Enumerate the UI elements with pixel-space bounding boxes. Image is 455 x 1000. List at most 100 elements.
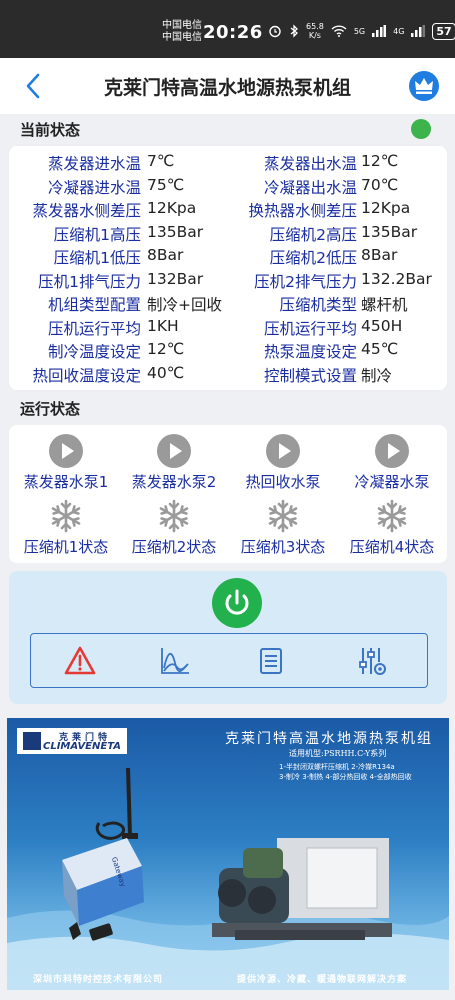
status-value: 132Bar bbox=[147, 269, 204, 288]
status-value: 8Bar bbox=[361, 246, 398, 264]
pump-status-item[interactable]: 蒸发器水泵2 bbox=[119, 434, 229, 492]
status-value: 45℃ bbox=[361, 340, 399, 358]
carrier-info: 中国电信 中国电信 bbox=[162, 20, 202, 44]
status-label: 压缩机2高压 bbox=[269, 225, 357, 244]
status-label: 压缩机1高压 bbox=[53, 225, 141, 244]
play-circle-icon bbox=[49, 434, 83, 468]
status-value: 135Bar bbox=[361, 222, 418, 241]
status-row: 压机运行平均 1KH 压机运行平均 450H bbox=[9, 317, 447, 340]
compressor-status-item[interactable]: 压缩机3状态 bbox=[228, 499, 338, 557]
status-value: 450H bbox=[361, 316, 403, 335]
power-icon bbox=[225, 589, 249, 615]
status-icons: 65.8 K/s 5G 4G 57 bbox=[268, 22, 455, 40]
banner-illustration bbox=[7, 767, 449, 990]
bluetooth-icon bbox=[290, 24, 298, 38]
compressor-label: 压缩机4状态 bbox=[349, 538, 435, 556]
status-label: 制冷温度设定 bbox=[47, 343, 141, 361]
carrier-1: 中国电信 bbox=[162, 20, 202, 31]
status-label: 控制模式设置 bbox=[263, 366, 357, 385]
net-speed: 65.8 K/s bbox=[306, 22, 324, 40]
status-label: 压机2排气压力 bbox=[254, 272, 357, 291]
online-status-indicator bbox=[411, 119, 431, 139]
carrier-2: 中国电信 bbox=[162, 32, 202, 43]
status-value: 75℃ bbox=[147, 175, 185, 194]
status-value: 制冷 bbox=[361, 366, 393, 385]
status-row: 压机1排气压力 132Bar 压机2排气压力 132.2Bar bbox=[9, 270, 447, 293]
status-label: 冷凝器出水温 bbox=[263, 178, 357, 197]
compressor-label: 压缩机2状态 bbox=[131, 538, 217, 556]
status-value: 70℃ bbox=[361, 175, 399, 194]
status-label: 冷凝器进水温 bbox=[47, 178, 141, 197]
status-row: 蒸发器水侧差压 12Kpa 换热器水侧差压 12Kpa bbox=[9, 199, 447, 222]
compressor-label: 压缩机1状态 bbox=[23, 538, 109, 556]
current-status-card: 蒸发器进水温 7℃ 蒸发器出水温 12℃ 冷凝器进水温 75℃ 冷凝器出水温 7… bbox=[9, 146, 447, 390]
current-status-heading: 当前状态 bbox=[20, 121, 81, 139]
status-label: 蒸发器水侧差压 bbox=[32, 202, 141, 220]
pump-status-item[interactable]: 热回收水泵 bbox=[228, 434, 338, 492]
run-status-heading: 运行状态 bbox=[20, 400, 81, 418]
status-label: 压缩机2低压 bbox=[269, 249, 357, 267]
status-label: 压机运行平均 bbox=[263, 319, 357, 338]
net-speed-unit: K/s bbox=[308, 31, 321, 40]
status-value: 132.2Bar bbox=[361, 269, 432, 288]
snowflake-icon bbox=[159, 499, 189, 533]
play-circle-icon bbox=[375, 434, 409, 468]
signal-bars-icon bbox=[372, 25, 387, 37]
pump-label: 蒸发器水泵1 bbox=[23, 473, 109, 491]
page-title: 克莱门特高温水地源热泵机组 bbox=[103, 77, 351, 99]
status-row: 冷凝器进水温 75℃ 冷凝器出水温 70℃ bbox=[9, 176, 447, 199]
status-value: 8Bar bbox=[147, 246, 184, 264]
status-value: 12Kpa bbox=[361, 199, 411, 217]
app-header: 克莱门特高温水地源热泵机组 bbox=[0, 58, 455, 114]
status-value: 1KH bbox=[147, 316, 179, 335]
status-label: 换热器水侧差压 bbox=[248, 202, 357, 220]
compressor-label: 压缩机3状态 bbox=[240, 538, 326, 556]
pump-label: 蒸发器水泵2 bbox=[131, 473, 217, 491]
status-value: 12℃ bbox=[147, 340, 185, 358]
status-value: 制冷+回收 bbox=[147, 296, 222, 314]
banner-slogan: 提供冷源、冷藏、暖通物联网解决方案 bbox=[237, 975, 408, 985]
status-label: 热回收温度设定 bbox=[32, 366, 141, 385]
system-status-bar: 中国电信 中国电信 20:26 65.8 K/s 5G 4G 57 bbox=[0, 0, 455, 58]
alarm-icon[interactable] bbox=[64, 646, 96, 676]
vip-crown-button[interactable] bbox=[409, 71, 439, 101]
signal-bars-2-icon bbox=[411, 25, 426, 37]
signal-5g-label: 5G bbox=[353, 26, 366, 36]
status-row: 蒸发器进水温 7℃ 蒸发器出水温 12℃ bbox=[9, 152, 447, 175]
play-circle-icon bbox=[157, 434, 191, 468]
status-value: 12Kpa bbox=[147, 199, 197, 217]
status-value: 螺杆机 bbox=[361, 296, 408, 314]
battery-indicator: 57 bbox=[432, 22, 455, 40]
pump-status-item[interactable]: 冷凝器水泵 bbox=[337, 434, 447, 492]
status-label: 蒸发器出水温 bbox=[263, 155, 357, 173]
status-value: 12℃ bbox=[361, 152, 399, 170]
compressor-status-item[interactable]: 压缩机2状态 bbox=[119, 499, 229, 557]
status-label: 压缩机类型 bbox=[279, 296, 357, 314]
status-value: 7℃ bbox=[147, 152, 175, 170]
clock: 20:26 bbox=[203, 22, 263, 43]
status-label: 压机1排气压力 bbox=[38, 272, 141, 291]
function-toolbar bbox=[30, 633, 428, 688]
power-button[interactable] bbox=[212, 578, 262, 628]
status-label: 蒸发器进水温 bbox=[47, 155, 141, 173]
status-label: 压机运行平均 bbox=[47, 319, 141, 338]
product-banner[interactable]: 克莱门特 CLIMAVENETA 克莱门特高温水地源热泵机组 适用机型:PSRH… bbox=[7, 718, 449, 990]
wifi-icon bbox=[331, 25, 347, 37]
trend-chart-icon[interactable] bbox=[159, 646, 191, 676]
pump-label: 冷凝器水泵 bbox=[354, 473, 430, 491]
settings-sliders-icon[interactable] bbox=[356, 646, 388, 676]
status-label: 压缩机1低压 bbox=[53, 249, 141, 267]
crown-icon bbox=[415, 78, 433, 94]
run-status-card: 蒸发器水泵1 蒸发器水泵2 热回收水泵 冷凝器水泵 压缩机1状态 压缩机2状态 … bbox=[9, 425, 447, 563]
status-row: 压缩机1高压 135Bar 压缩机2高压 135Bar bbox=[9, 223, 447, 246]
pump-status-item[interactable]: 蒸发器水泵1 bbox=[11, 434, 121, 492]
net-speed-value: 65.8 bbox=[306, 22, 324, 31]
play-circle-icon bbox=[266, 434, 300, 468]
status-row: 制冷温度设定 12℃ 热泵温度设定 45℃ bbox=[9, 340, 447, 363]
compressor-status-item[interactable]: 压缩机1状态 bbox=[11, 499, 121, 557]
control-panel bbox=[9, 571, 447, 704]
list-icon[interactable] bbox=[255, 646, 287, 676]
status-value: 135Bar bbox=[147, 222, 204, 241]
compressor-status-item[interactable]: 压缩机4状态 bbox=[337, 499, 447, 557]
banner-company: 深圳市科特时控技术有限公司 bbox=[33, 975, 164, 985]
